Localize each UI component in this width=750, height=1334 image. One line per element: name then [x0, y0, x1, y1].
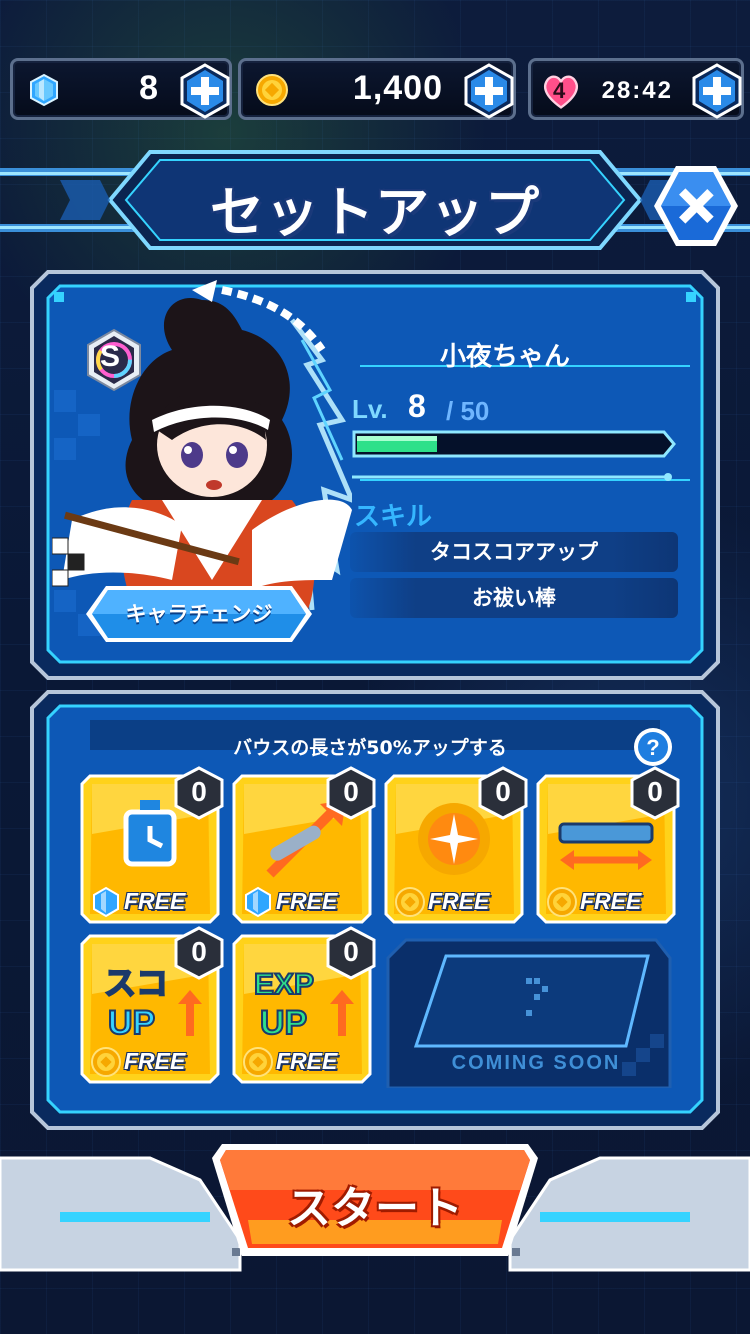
skill-row: タコスコアアップ — [350, 532, 678, 572]
item-cost-label: FREE — [276, 1048, 338, 1074]
gem-count: 8 — [139, 69, 159, 107]
item-quantity: 0 — [495, 776, 511, 807]
skill-title: スキル — [354, 502, 433, 532]
item-cost: FREE — [240, 886, 366, 918]
page-title: セットアップ — [210, 181, 540, 244]
item-quantity-badge: 0 — [628, 766, 682, 820]
character-change-button[interactable]: キャラチェンジ — [84, 584, 314, 644]
item-power-boost[interactable]: 0 FREE — [384, 766, 528, 924]
question-icon: ? — [646, 735, 659, 760]
stamina-timer: 28:42 — [601, 77, 673, 104]
item-quantity: 0 — [191, 936, 207, 967]
rank-letter: S — [100, 340, 121, 373]
close-button[interactable] — [650, 162, 742, 250]
coin-icon — [91, 1047, 121, 1077]
item-quantity: 0 — [191, 776, 207, 807]
item-length-boost[interactable]: 0 FREE — [536, 766, 680, 924]
item-cost-label: FREE — [124, 888, 186, 914]
item-score-up[interactable]: スコ UP 0 FREE — [80, 926, 224, 1084]
item-cost-label: FREE — [428, 888, 490, 914]
item-cost: FREE — [88, 1046, 214, 1078]
gem-icon — [30, 73, 58, 107]
level-max: / 50 — [446, 396, 490, 426]
coin-count: 1,400 — [352, 69, 443, 107]
add-coin-button[interactable] — [461, 63, 517, 119]
character-change-label: キャラチェンジ — [125, 602, 273, 626]
coin-icon — [243, 1047, 273, 1077]
coin-icon — [256, 74, 288, 106]
svg-text:スコ: スコ — [104, 965, 168, 1001]
coin-counter: 1,400 — [238, 58, 516, 120]
item-cost: FREE — [88, 886, 214, 918]
item-quantity-badge: 0 — [172, 766, 226, 820]
skill-row: お祓い棒 — [350, 578, 678, 618]
item-quantity: 0 — [343, 936, 359, 967]
start-label: スタート — [287, 1183, 463, 1234]
item-quantity-badge: 0 — [324, 766, 378, 820]
item-time-boost[interactable]: 0 FREE — [80, 766, 224, 924]
coin-icon — [547, 887, 577, 917]
item-bat-boost[interactable]: 0 FREE — [232, 766, 376, 924]
stamina-counter: 4 28:42 — [528, 58, 744, 120]
svg-text:EXP: EXP — [254, 968, 314, 1001]
svg-text:UP: UP — [260, 1004, 307, 1042]
heart-count: 4 — [553, 78, 566, 103]
add-stamina-button[interactable] — [689, 63, 745, 119]
item-cost-label: FREE — [580, 888, 642, 914]
item-quantity-badge: 0 — [476, 766, 530, 820]
item-quantity: 0 — [647, 776, 663, 807]
character-name: 小夜ちゃん — [439, 342, 570, 372]
item-quantity: 0 — [343, 776, 359, 807]
divider — [352, 473, 672, 481]
item-quantity-badge: 0 — [172, 926, 226, 980]
add-gem-button[interactable] — [177, 63, 233, 119]
item-cost: FREE — [544, 886, 670, 918]
help-button[interactable]: ? — [632, 726, 674, 768]
item-cost-label: FREE — [276, 888, 338, 914]
item-cost: FREE — [240, 1046, 366, 1078]
level-current: 8 — [408, 388, 426, 424]
item-exp-up[interactable]: EXP UP 0 FREE — [232, 926, 376, 1084]
gem-counter: 8 — [10, 58, 232, 120]
svg-text:UP: UP — [108, 1004, 155, 1042]
exp-progress-bar — [352, 430, 676, 458]
coming-soon-label: COMING SOON — [451, 1052, 621, 1074]
gem-icon — [245, 886, 271, 918]
gem-icon — [93, 886, 119, 918]
coin-icon — [395, 887, 425, 917]
item-cost: FREE — [392, 886, 518, 918]
level-label: Lv. — [352, 394, 388, 424]
item-description: バウスの長さが50%アップする — [233, 737, 507, 759]
item-cost-label: FREE — [124, 1048, 186, 1074]
item-quantity-badge: 0 — [324, 926, 378, 980]
